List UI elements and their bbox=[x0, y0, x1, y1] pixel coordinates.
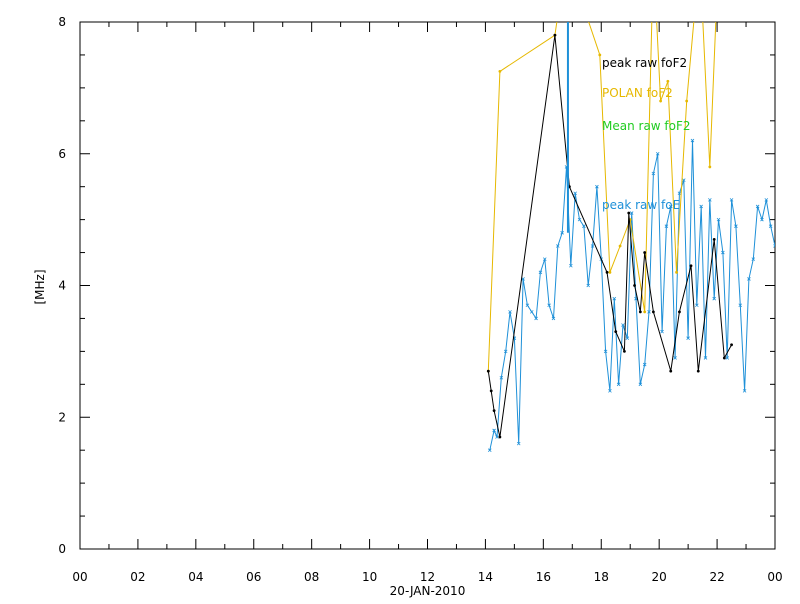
data-point bbox=[553, 33, 557, 37]
x-tick-label: 10 bbox=[362, 570, 377, 584]
legend-entry: POLAN foF2 bbox=[602, 86, 673, 100]
plot-frame bbox=[79, 21, 776, 550]
x-tick-label: 20 bbox=[652, 570, 667, 584]
data-point bbox=[675, 270, 678, 274]
x-tick-label: 18 bbox=[594, 570, 609, 584]
data-point bbox=[633, 284, 636, 287]
data-point bbox=[730, 343, 733, 347]
data-point bbox=[669, 369, 673, 373]
data-point bbox=[492, 409, 496, 413]
data-point bbox=[651, 310, 655, 314]
x-tick-label: 00 bbox=[767, 570, 782, 584]
y-tick-label: 6 bbox=[58, 147, 66, 161]
y-tick-label: 2 bbox=[58, 410, 66, 424]
data-point bbox=[598, 53, 602, 57]
data-point bbox=[605, 270, 609, 274]
x-tick-label: 08 bbox=[304, 570, 319, 584]
x-tick-label: 00 bbox=[72, 570, 87, 584]
data-point bbox=[643, 251, 647, 254]
series-line-peak-raw-foe bbox=[489, 140, 775, 451]
data-point bbox=[489, 389, 493, 393]
data-point bbox=[722, 356, 726, 360]
x-tick-label: 04 bbox=[188, 570, 203, 584]
data-point bbox=[659, 99, 663, 103]
legend-entry: peak raw foE bbox=[602, 198, 680, 212]
data-point bbox=[689, 264, 693, 268]
chart-container: 00 02 04 06 08 10 12 14 16 18 20 22 00 02468 20-JAN-… bbox=[0, 0, 800, 600]
x-axis-label: 20-JAN-2010 bbox=[390, 584, 466, 598]
y-tick-label: 0 bbox=[58, 542, 66, 556]
y-axis-label: [MHz] bbox=[33, 269, 47, 304]
ionogram-parameter-chart: 00 02 04 06 08 10 12 14 16 18 20 22 00 02468 20-JAN-… bbox=[33, 15, 783, 598]
data-point bbox=[685, 99, 689, 103]
x-tick-label: 12 bbox=[420, 570, 435, 584]
y-tick-label: 4 bbox=[58, 279, 66, 293]
legend-entry: Mean raw foF2 bbox=[602, 119, 691, 133]
data-point bbox=[666, 79, 670, 83]
data-point bbox=[712, 237, 716, 241]
data-point bbox=[618, 244, 622, 248]
data-point bbox=[498, 435, 502, 439]
data-point bbox=[638, 310, 642, 314]
x-tick-label: 02 bbox=[130, 570, 145, 584]
data-point bbox=[678, 310, 681, 314]
y-tick-label: 8 bbox=[58, 15, 66, 29]
x-tick-label: 06 bbox=[246, 570, 261, 584]
data-point bbox=[498, 70, 502, 73]
data-point bbox=[623, 349, 626, 353]
x-tick-label: 16 bbox=[536, 570, 551, 584]
data-point bbox=[696, 369, 700, 373]
data-point bbox=[486, 369, 490, 373]
legend-entry: peak raw foF2 bbox=[602, 56, 687, 70]
data-point bbox=[627, 211, 631, 215]
data-point bbox=[608, 270, 612, 274]
data-point bbox=[708, 165, 712, 169]
x-tick-label: 22 bbox=[709, 570, 724, 584]
x-tick-label: 14 bbox=[478, 570, 493, 584]
legend: peak raw foF2 POLAN foF2 Mean raw foF2 peak… bbox=[602, 56, 691, 212]
data-point bbox=[614, 330, 618, 334]
data-point bbox=[529, 310, 534, 314]
data-point bbox=[643, 310, 647, 314]
